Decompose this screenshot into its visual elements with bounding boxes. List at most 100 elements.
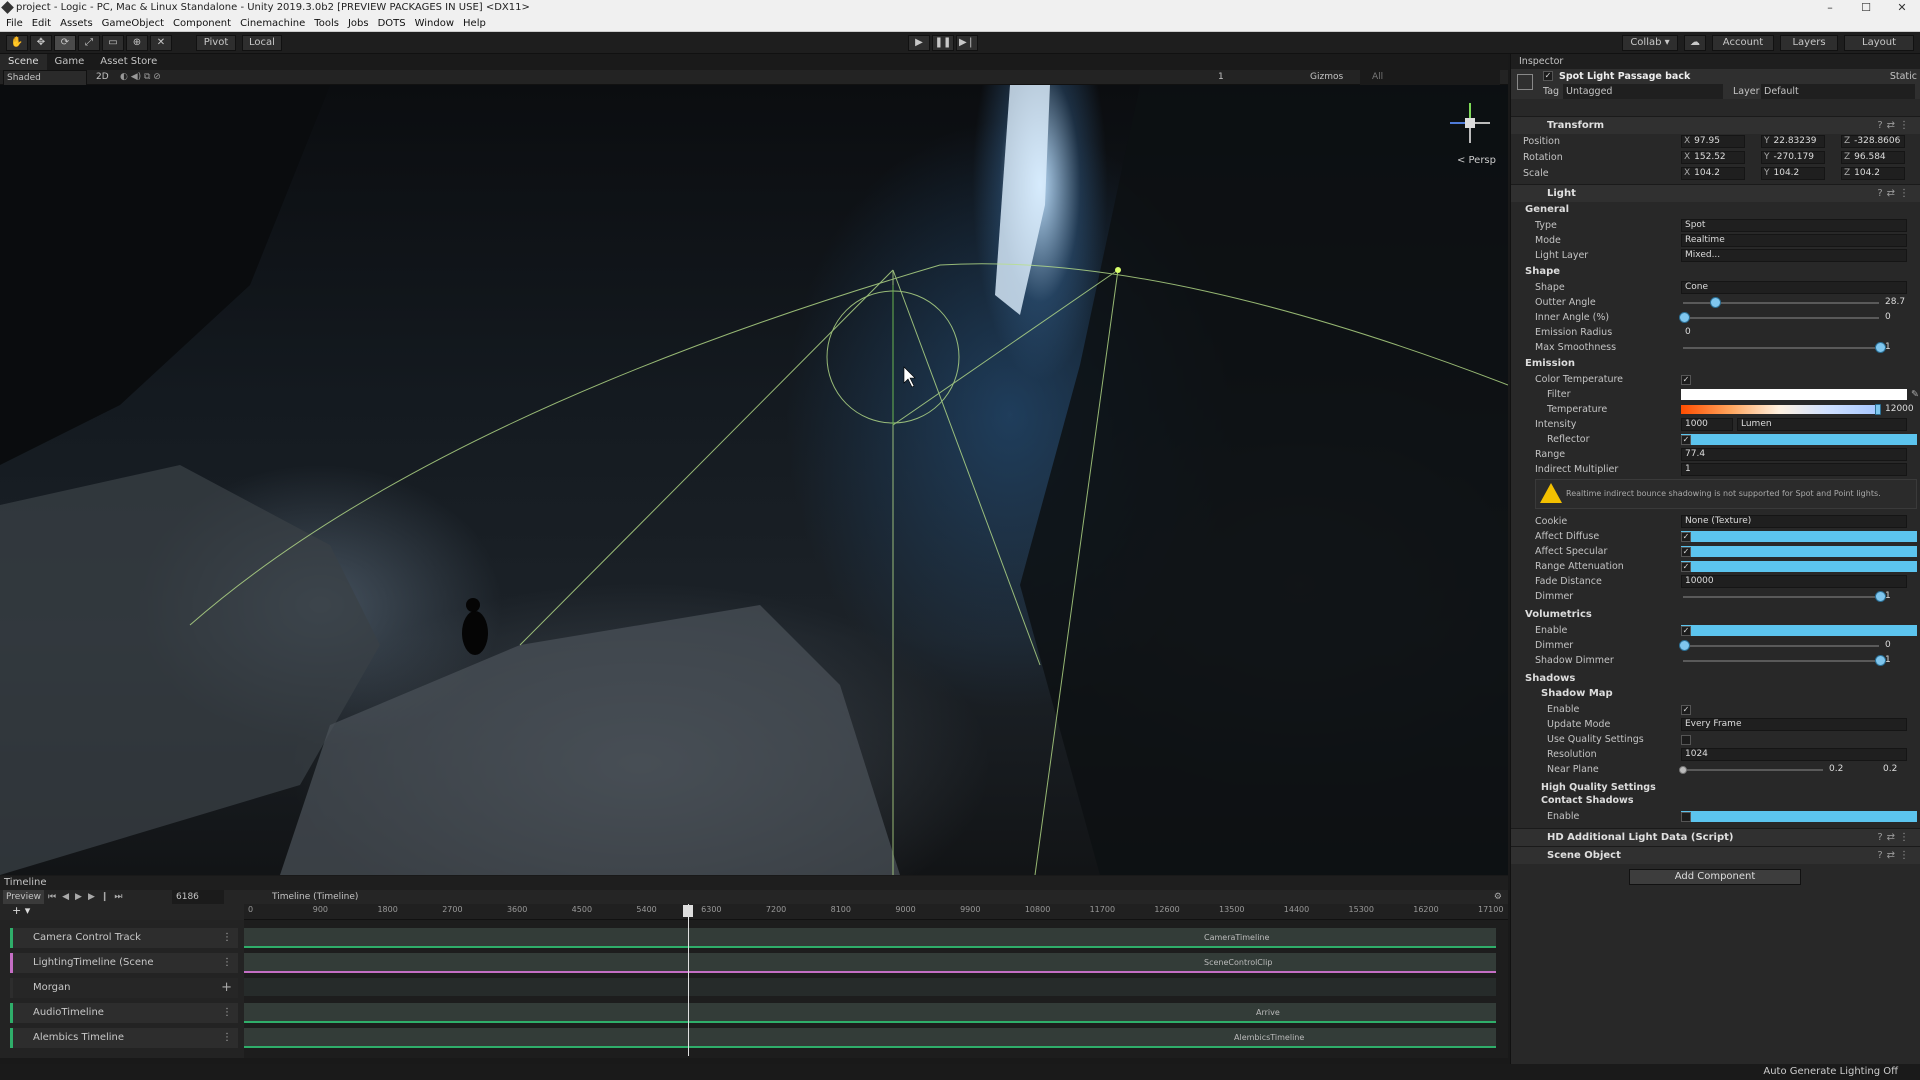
step-button[interactable]: ▶❘ (956, 35, 978, 51)
layer-count[interactable]: 1 (1218, 70, 1224, 85)
gizmos-dropdown[interactable]: Gizmos (1310, 70, 1343, 85)
timeline-tab-label[interactable]: Timeline (4, 877, 47, 888)
track-menu-icon[interactable]: ⋮ (222, 928, 232, 948)
contact-shadows-section[interactable]: Contact Shadows (1511, 793, 1920, 809)
light-header[interactable]: Light ?⇄⋮ (1511, 184, 1920, 202)
filter-color-swatch[interactable] (1681, 389, 1907, 400)
preview-toggle[interactable]: Preview (3, 890, 45, 904)
pivot-toggle[interactable]: Pivot (196, 35, 236, 51)
local-toggle[interactable]: Local (242, 35, 282, 51)
indirect-multiplier-field[interactable]: 1 (1681, 463, 1907, 476)
add-component-button[interactable]: Add Component (1629, 869, 1801, 885)
tag-dropdown[interactable]: Untagged (1563, 84, 1723, 99)
volumetrics-enable-checkbox[interactable]: ✓ (1681, 626, 1691, 636)
transform-tool-icon[interactable]: ⊕ (126, 35, 148, 51)
character-morgan[interactable] (462, 611, 488, 655)
component-menu-icons[interactable]: ?⇄⋮ (1877, 117, 1913, 135)
track-group-morgan[interactable]: Morgan + (10, 978, 238, 998)
custom-tool-icon[interactable]: ✕ (150, 35, 172, 51)
range-attenuation-checkbox[interactable]: ✓ (1681, 562, 1691, 572)
contact-shadows-enable-checkbox[interactable] (1681, 812, 1691, 822)
timeline-settings-icon[interactable]: ⚙ (1494, 890, 1502, 904)
fade-distance-field[interactable]: 10000 (1681, 575, 1907, 588)
scene-search-input[interactable]: All (1360, 70, 1500, 85)
layout-dropdown[interactable]: Layout (1844, 35, 1914, 51)
reflector-checkbox[interactable]: ✓ (1681, 435, 1691, 445)
rect-tool-icon[interactable]: ▭ (102, 35, 124, 51)
track-camera-control[interactable]: Camera Control Track ⋮ (10, 928, 238, 948)
general-section[interactable]: General (1511, 202, 1920, 218)
volumetrics-section[interactable]: Volumetrics (1511, 607, 1920, 623)
affect-diffuse-checkbox[interactable]: ✓ (1681, 532, 1691, 542)
position-z-field[interactable]: Z -328.8606 (1841, 135, 1905, 148)
scale-tool-icon[interactable]: ⤢ (78, 35, 100, 51)
eyedropper-icon[interactable]: ✎ (1911, 387, 1919, 402)
hd-additional-header[interactable]: HD Additional Light Data (Script) ?⇄⋮ (1511, 828, 1920, 846)
account-dropdown[interactable]: Account (1712, 35, 1774, 51)
close-button[interactable]: ✕ (1884, 0, 1920, 16)
menu-file[interactable]: File (6, 16, 23, 31)
clip-alembics-timeline[interactable]: AlembicsTimeline (244, 1028, 1496, 1048)
timeline-clip-area[interactable]: CameraTimeline SceneControlClip Arrive A… (244, 920, 1508, 1058)
track-audio-timeline[interactable]: AudioTimeline ⋮ (10, 1003, 238, 1023)
outter-angle-slider[interactable] (1710, 297, 1722, 308)
tab-scene[interactable]: Scene (0, 54, 47, 70)
timeline-playhead[interactable] (688, 904, 689, 1056)
shadow-map-section[interactable]: Shadow Map (1511, 686, 1920, 702)
tab-asset-store[interactable]: Asset Store (92, 54, 165, 70)
hand-tool-icon[interactable]: ✋ (6, 35, 28, 51)
clip-camera-timeline[interactable]: CameraTimeline (244, 928, 1496, 948)
affect-specular-checkbox[interactable]: ✓ (1681, 547, 1691, 557)
clip-arrive-audio[interactable]: Arrive (244, 1003, 1496, 1023)
pause-button[interactable]: ❚❚ (932, 35, 954, 51)
track-menu-icon[interactable]: ⋮ (222, 953, 232, 973)
transform-header[interactable]: Transform ?⇄⋮ (1511, 116, 1920, 134)
scale-x-field[interactable]: X 104.2 (1681, 167, 1745, 180)
scene-object-header[interactable]: Scene Object ?⇄⋮ (1511, 846, 1920, 864)
clip-scene-control[interactable]: SceneControlClip (244, 953, 1496, 973)
menu-assets[interactable]: Assets (60, 16, 93, 31)
lighting-status[interactable]: Auto Generate Lighting Off (1763, 1064, 1898, 1080)
scale-y-field[interactable]: Y 104.2 (1761, 167, 1825, 180)
scene-viewport[interactable]: < Persp (0, 85, 1508, 875)
menu-window[interactable]: Window (415, 16, 454, 31)
frame-field[interactable]: 6186 (172, 890, 224, 904)
track-menu-icon[interactable]: ⋮ (222, 1003, 232, 1023)
use-quality-checkbox[interactable] (1681, 735, 1691, 745)
object-name[interactable]: Spot Light Passage back (1559, 69, 1690, 84)
inspector-tab[interactable]: Inspector (1519, 54, 1563, 69)
component-menu-icons[interactable]: ?⇄⋮ (1877, 185, 1913, 203)
range-field[interactable]: 77.4 (1681, 448, 1907, 461)
menu-cinemachine[interactable]: Cinemachine (240, 16, 305, 31)
intensity-unit-dropdown[interactable]: Lumen (1737, 418, 1907, 431)
update-mode-dropdown[interactable]: Every Frame (1681, 718, 1907, 731)
clip-morgan-group[interactable] (244, 978, 1496, 998)
add-track-button[interactable]: + ▾ (12, 904, 30, 917)
menu-edit[interactable]: Edit (32, 16, 51, 31)
rotation-y-field[interactable]: Y -270.179 (1761, 151, 1825, 164)
type-dropdown[interactable]: Spot (1681, 219, 1907, 232)
track-alembics-timeline[interactable]: Alembics Timeline ⋮ (10, 1028, 238, 1048)
inner-angle-slider[interactable] (1679, 312, 1690, 323)
tab-game[interactable]: Game (47, 54, 93, 70)
temperature-slider[interactable] (1875, 404, 1881, 415)
emission-radius-field[interactable]: 0 (1681, 326, 1907, 339)
intensity-field[interactable]: 1000 (1681, 418, 1733, 431)
timeline-transport-controls[interactable]: ⏮◀▶▶❙⏭ (48, 890, 129, 904)
layer-dropdown[interactable]: Default (1761, 84, 1915, 99)
object-active-checkbox[interactable]: ✓ (1543, 71, 1553, 81)
track-lighting-timeline[interactable]: LightingTimeline (Scene ⋮ (10, 953, 238, 973)
menu-component[interactable]: Component (173, 16, 231, 31)
timeline-ruler[interactable]: 0 900 1800 2700 3600 4500 5400 6300 7200 8100 9000… (244, 904, 1508, 920)
color-temperature-checkbox[interactable]: ✓ (1681, 375, 1691, 385)
position-y-field[interactable]: Y 22.83239 (1761, 135, 1825, 148)
playhead-handle[interactable] (683, 905, 693, 917)
minimize-button[interactable]: – (1812, 0, 1848, 16)
near-plane-slider[interactable] (1679, 766, 1687, 774)
rotation-x-field[interactable]: X 152.52 (1681, 151, 1745, 164)
emission-section[interactable]: Emission (1511, 356, 1920, 372)
persp-label[interactable]: < Persp (1457, 155, 1496, 166)
maximize-button[interactable]: ☐ (1848, 0, 1884, 16)
2d-toggle[interactable]: 2D (96, 70, 109, 85)
move-tool-icon[interactable]: ✥ (30, 35, 52, 51)
